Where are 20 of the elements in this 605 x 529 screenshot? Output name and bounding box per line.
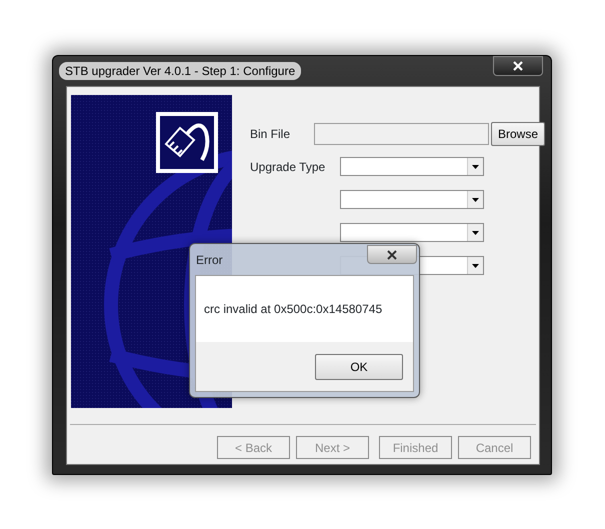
close-button[interactable] (493, 56, 543, 76)
dropdown-arrow-icon (472, 264, 479, 268)
dropdown-arrow-icon (472, 198, 479, 202)
close-icon (513, 61, 523, 71)
dropdown[interactable] (340, 157, 484, 176)
ok-button[interactable]: OK (315, 354, 403, 380)
window-title: STB upgrader Ver 4.0.1 - Step 1: Configure (59, 62, 302, 80)
error-message: crc invalid at 0x500c:0x14580745 (204, 301, 382, 318)
dropdown-arrow-icon (472, 230, 479, 234)
input-field[interactable] (314, 122, 489, 144)
close-button[interactable] (367, 245, 417, 264)
browse-button[interactable]: Browse (491, 122, 546, 146)
close-icon (387, 250, 397, 260)
network-plug-icon (156, 112, 218, 173)
dropdown[interactable] (340, 190, 484, 209)
dialog-title: Error (196, 252, 223, 268)
field-label: Bin File (250, 126, 292, 142)
dropdown-arrow-icon (472, 164, 479, 168)
dropdown[interactable] (340, 223, 484, 242)
field-label: Upgrade Type (250, 158, 326, 176)
